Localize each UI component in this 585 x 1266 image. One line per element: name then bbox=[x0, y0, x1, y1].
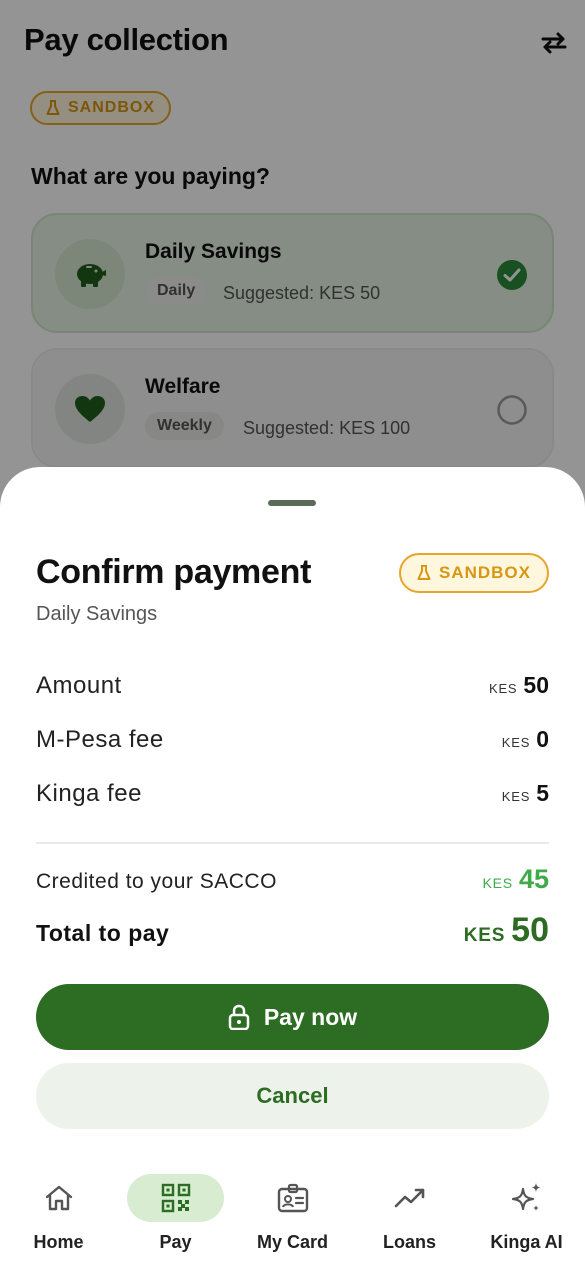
row-value: 5 bbox=[536, 780, 549, 806]
currency-label: KES bbox=[488, 681, 518, 696]
currency-label: KES bbox=[482, 875, 513, 891]
sheet-title: Confirm payment bbox=[36, 553, 312, 591]
row-label: Kinga fee bbox=[36, 780, 142, 807]
nav-item-loans[interactable]: Loans bbox=[351, 1166, 468, 1266]
nav-item-my-card[interactable]: My Card bbox=[234, 1166, 351, 1266]
id-card-icon bbox=[277, 1183, 308, 1213]
row-label: Total to pay bbox=[36, 920, 170, 946]
sheet-subtitle: Daily Savings bbox=[36, 603, 158, 625]
bottom-nav: Home Pay My Card Loans Kinga AI bbox=[0, 1166, 585, 1266]
row-label: M-Pesa fee bbox=[36, 726, 164, 753]
nav-item-home[interactable]: Home bbox=[0, 1166, 117, 1266]
confirm-payment-sheet: Confirm payment Daily Savings SANDBOX Am… bbox=[0, 467, 585, 1266]
sparkles-icon bbox=[511, 1183, 540, 1211]
sandbox-badge: SANDBOX bbox=[398, 553, 549, 593]
row-label: Credited to your SACCO bbox=[36, 870, 277, 893]
drag-handle[interactable] bbox=[268, 500, 316, 506]
currency-label: KES bbox=[463, 925, 506, 946]
amount-row: Amount KES 50 bbox=[36, 672, 549, 700]
cancel-button[interactable]: Cancel bbox=[36, 1063, 549, 1129]
nav-label: Pay bbox=[159, 1232, 192, 1252]
nav-label: Kinga AI bbox=[490, 1232, 563, 1252]
row-value: 0 bbox=[536, 726, 549, 752]
row-value: 50 bbox=[511, 911, 549, 949]
cancel-label: Cancel bbox=[256, 1083, 329, 1108]
nav-label: Loans bbox=[382, 1232, 436, 1252]
pay-now-button[interactable]: Pay now bbox=[36, 984, 549, 1050]
row-value: 45 bbox=[518, 864, 549, 894]
mpesa-fee-row: M-Pesa fee KES 0 bbox=[36, 726, 549, 754]
sandbox-badge-label: SANDBOX bbox=[438, 563, 531, 582]
kinga-fee-row: Kinga fee KES 5 bbox=[36, 780, 549, 808]
nav-label: Home bbox=[33, 1232, 84, 1252]
home-icon bbox=[45, 1185, 72, 1211]
currency-label: KES bbox=[501, 789, 531, 804]
nav-label: My Card bbox=[256, 1232, 328, 1252]
row-label: Amount bbox=[36, 672, 122, 699]
qr-code-icon bbox=[161, 1183, 190, 1213]
lock-icon bbox=[228, 1004, 250, 1030]
trending-up-icon bbox=[394, 1188, 424, 1208]
row-value: 50 bbox=[523, 672, 549, 698]
divider bbox=[36, 842, 549, 844]
pay-now-label: Pay now bbox=[263, 1003, 358, 1030]
credited-row: Credited to your SACCO KES 45 bbox=[36, 864, 549, 895]
nav-item-pay[interactable]: Pay bbox=[117, 1166, 234, 1266]
total-row: Total to pay KES 50 bbox=[36, 911, 549, 950]
flask-icon bbox=[417, 565, 431, 580]
currency-label: KES bbox=[501, 735, 531, 750]
nav-item-kinga-ai[interactable]: Kinga AI bbox=[468, 1166, 585, 1266]
